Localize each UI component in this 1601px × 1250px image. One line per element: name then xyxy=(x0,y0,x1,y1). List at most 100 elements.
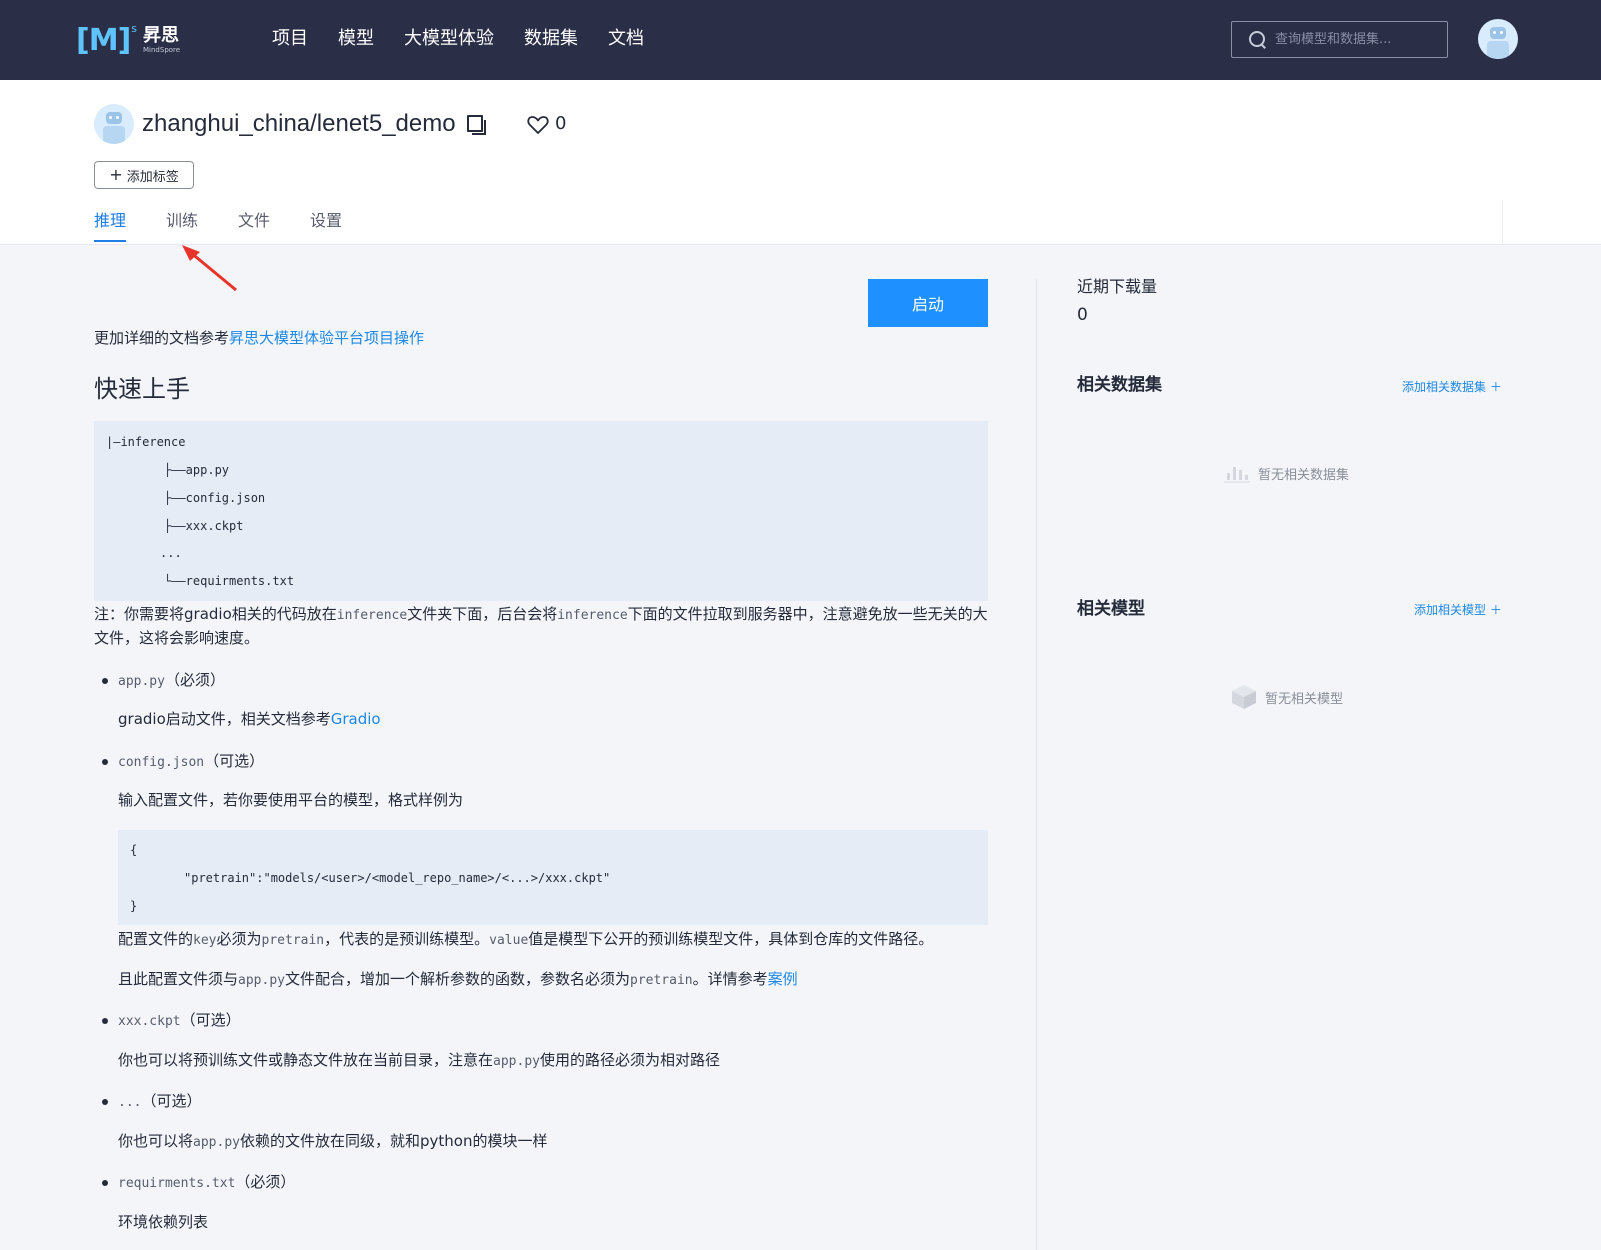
note-text: 必须为 xyxy=(216,930,262,948)
note-text: 文件配合，增加一个解析参数的函数，参数名必须为 xyxy=(284,970,630,988)
code-line: } xyxy=(130,899,138,913)
directory-tree-code: |—inference ├——app.py ├——config.json ├——… xyxy=(94,421,988,601)
logo-name: 昇思 xyxy=(143,25,180,46)
list-bullet xyxy=(102,1180,108,1186)
description-text: 你也可以将 xyxy=(118,1132,194,1150)
tree-line: ├——app.py xyxy=(164,463,230,477)
tab-inference[interactable]: 推理 xyxy=(94,208,127,242)
inline-code: pretrain xyxy=(630,973,693,988)
tree-line: ├——xxx.ckpt xyxy=(164,519,244,533)
note-text: 配置文件的 xyxy=(118,930,194,948)
tab-files[interactable]: 文件 xyxy=(238,208,270,242)
repo-tabs: 推理 训练 文件 设置 xyxy=(94,208,342,242)
description-text: 你也可以将预训练文件或静态文件放在当前目录，注意在 xyxy=(118,1051,494,1069)
gradio-link[interactable]: Gradio xyxy=(331,710,381,728)
inline-code: config.json xyxy=(118,755,205,770)
tree-line: ... xyxy=(160,546,182,560)
logo-subtitle: MindSpore xyxy=(143,46,181,54)
repo-title: zhanghui_china/lenet5_demo xyxy=(142,110,456,137)
list-bullet xyxy=(102,1018,108,1024)
related-datasets-title: 相关数据集 xyxy=(1077,375,1162,395)
list-item-ckpt: xxx.ckpt（可选） xyxy=(118,1009,241,1033)
like-count: 0 xyxy=(555,113,567,134)
inline-code: inference xyxy=(336,608,408,623)
main-nav: 项目 模型 大模型体验 数据集 文档 xyxy=(272,25,644,53)
empty-text: 暂无相关模型 xyxy=(1265,691,1344,707)
inline-code: key xyxy=(193,933,217,948)
inline-code: app.py xyxy=(238,973,285,988)
empty-text: 暂无相关数据集 xyxy=(1258,467,1350,483)
copy-icon[interactable] xyxy=(467,115,486,135)
add-related-dataset-link[interactable]: 添加相关数据集 ＋ xyxy=(1402,378,1502,396)
logo-superscript: s xyxy=(131,21,138,35)
inline-code: ... xyxy=(118,1095,142,1110)
inline-code: xxx.ckpt xyxy=(118,1014,181,1029)
config-example-code: { "pretrain":"models/<user>/<model_repo_… xyxy=(118,830,988,925)
search-icon xyxy=(1249,30,1267,49)
doc-hint-link[interactable]: 昇思大模型体验平台项目操作 xyxy=(229,329,424,347)
add-related-model-link[interactable]: 添加相关模型 ＋ xyxy=(1414,601,1502,619)
inline-code: inference xyxy=(557,608,628,623)
header-divider xyxy=(1502,200,1503,244)
note-text: 文件夹下面，后台会将 xyxy=(407,605,558,623)
nav-item-projects[interactable]: 项目 xyxy=(272,25,308,53)
search-box[interactable] xyxy=(1231,21,1448,58)
mindspore-logo[interactable]: [M] s 昇思 MindSpore xyxy=(76,20,180,60)
config-note-key: 配置文件的key必须为pretrain，代表的是预训练模型。value值是模型下… xyxy=(118,928,933,952)
downloads-label: 近期下载量 xyxy=(1077,277,1158,296)
note-text: 。详情参考 xyxy=(692,970,768,988)
quick-start-heading: 快速上手 xyxy=(94,375,190,403)
user-avatar[interactable] xyxy=(1478,19,1518,59)
list-bullet xyxy=(102,678,108,684)
inline-code: requirments.txt xyxy=(118,1176,236,1191)
config-note-app: 且此配置文件须与app.py文件配合，增加一个解析参数的函数，参数名必须为pre… xyxy=(118,968,798,992)
repo-owner-avatar[interactable] xyxy=(94,104,134,144)
tree-line: └——requirments.txt xyxy=(164,574,295,588)
content-divider xyxy=(1036,279,1037,1250)
downloads-value: 0 xyxy=(1077,305,1088,325)
code-line: { xyxy=(130,843,138,857)
list-item-app-py: app.py（必须） xyxy=(118,669,225,693)
code-line: "pretrain":"models/<user>/<model_repo_na… xyxy=(184,871,611,885)
list-item-requirements: requirments.txt（必须） xyxy=(118,1171,295,1195)
inline-code: app.py xyxy=(493,1054,540,1069)
tree-line: ├——config.json xyxy=(164,491,266,505)
nav-item-llm-experience[interactable]: 大模型体验 xyxy=(404,25,494,53)
search-input[interactable] xyxy=(1275,32,1445,47)
note-text: ，代表的是预训练模型。 xyxy=(324,930,490,948)
top-navbar: [M] s 昇思 MindSpore 项目 模型 大模型体验 数据集 文档 xyxy=(0,0,1601,80)
item-tag: （必须） xyxy=(235,1173,296,1191)
models-empty-state: 暂无相关模型 xyxy=(1231,684,1343,710)
doc-hint-text: 更加详细的文档参考 xyxy=(94,329,230,347)
nav-item-datasets[interactable]: 数据集 xyxy=(524,25,578,53)
add-tag-button[interactable]: + 添加标签 xyxy=(94,161,194,189)
logo-mark: [M] xyxy=(76,22,131,58)
example-link[interactable]: 案例 xyxy=(768,970,798,988)
add-tag-label: 添加标签 xyxy=(126,169,179,185)
heart-icon[interactable] xyxy=(527,115,549,135)
list-bullet xyxy=(102,1099,108,1105)
start-button[interactable]: 启动 xyxy=(868,279,988,327)
header-bottom-border xyxy=(0,244,1601,245)
note-text: 值是模型下公开的预训练模型文件，具体到仓库的文件路径。 xyxy=(528,930,934,948)
description-text: 依赖的文件放在同级，就和python的模块一样 xyxy=(239,1132,548,1150)
tab-settings[interactable]: 设置 xyxy=(310,208,342,242)
tree-line: |—inference xyxy=(106,435,186,449)
requirements-description: 环境依赖列表 xyxy=(118,1213,209,1231)
inline-code: app.py xyxy=(118,674,165,689)
nav-item-models[interactable]: 模型 xyxy=(338,25,374,53)
inline-code: pretrain xyxy=(261,933,325,948)
datasets-empty-state: 暂无相关数据集 xyxy=(1224,463,1349,483)
cube-icon xyxy=(1232,685,1256,709)
list-item-dots: ...（可选） xyxy=(118,1090,202,1114)
note-text: 注：你需要将gradio相关的代码放在 xyxy=(94,605,337,623)
description-text: gradio启动文件，相关文档参考 xyxy=(118,710,331,728)
list-bullet xyxy=(102,759,108,765)
inline-code: value xyxy=(489,933,529,948)
tab-training[interactable]: 训练 xyxy=(166,208,198,242)
nav-item-docs[interactable]: 文档 xyxy=(608,25,644,53)
config-description: 输入配置文件，若你要使用平台的模型，格式样例为 xyxy=(118,791,464,809)
item-tag: （可选） xyxy=(204,752,265,770)
doc-hint: 更加详细的文档参考昇思大模型体验平台项目操作 xyxy=(94,327,424,349)
plus-icon: + xyxy=(109,165,123,184)
